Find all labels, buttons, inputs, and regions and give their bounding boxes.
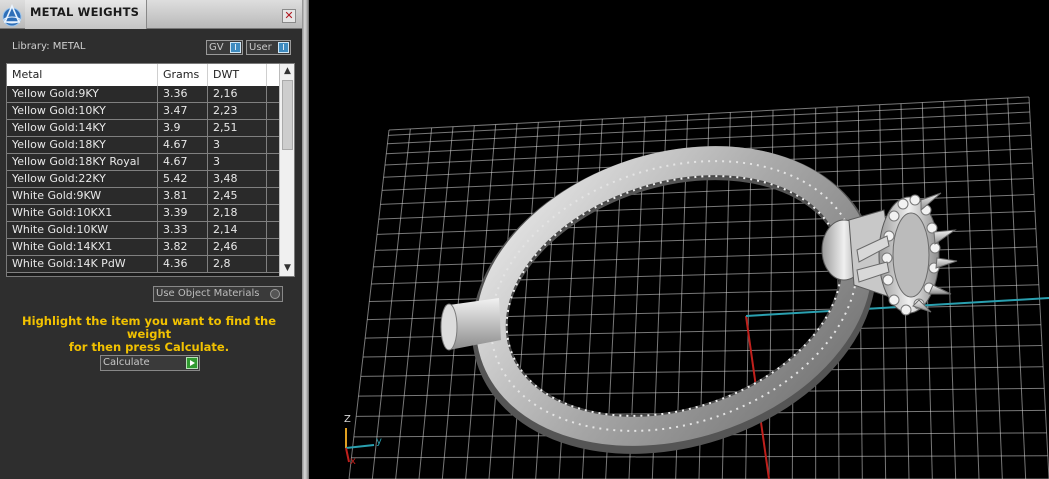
dwt-cell: 2,18 (208, 205, 267, 221)
dwt-cell: 3 (208, 154, 267, 170)
grid-line (1028, 96, 1049, 479)
column-header-metal[interactable]: Metal (7, 64, 158, 86)
panel-title: METAL WEIGHTS (30, 5, 140, 19)
table-row[interactable]: White Gold:10KW 3.33 2,14 (7, 222, 279, 239)
calculate-button[interactable]: Calculate (100, 355, 200, 371)
grams-cell: 5.42 (158, 171, 208, 187)
metal-cell: White Gold:14KX1 (7, 239, 158, 255)
app-logo-icon (2, 4, 22, 27)
table-header: Metal Grams DWT (7, 64, 279, 86)
dwt-cell: 2,16 (208, 86, 267, 102)
table-row[interactable]: White Gold:10KX1 3.39 2,18 (7, 205, 279, 222)
grams-cell: 4.36 (158, 256, 208, 272)
column-header-spacer (267, 64, 279, 86)
grams-cell: 3.33 (158, 222, 208, 238)
grams-cell: 4.67 (158, 154, 208, 170)
grams-cell: 3.9 (158, 120, 208, 136)
scroll-down-icon[interactable]: ▼ (280, 261, 294, 276)
y-axis-label: y (376, 436, 382, 447)
gv-toggle-label: GV (209, 42, 224, 53)
column-header-dwt[interactable]: DWT (208, 64, 267, 86)
metal-cell: Yellow Gold:9KY (7, 86, 158, 102)
table-row[interactable]: Yellow Gold:18KY 4.67 3 (7, 137, 279, 154)
metal-cell: Yellow Gold:18KY (7, 137, 158, 153)
metal-cell: Yellow Gold:18KY Royal (7, 154, 158, 170)
table-row[interactable]: Yellow Gold:10KY 3.47 2,23 (7, 103, 279, 120)
x-axis-label: x (350, 456, 356, 467)
table-row[interactable]: Yellow Gold:14KY 3.9 2,51 (7, 120, 279, 137)
grid-line (1007, 98, 1027, 479)
metal-cell: Yellow Gold:14KY (7, 120, 158, 136)
dwt-cell: 3,48 (208, 171, 267, 187)
metal-cell: Yellow Gold:22KY (7, 171, 158, 187)
table-row[interactable]: White Gold:14K PdW 4.36 2,8 (7, 256, 279, 273)
gv-toggle-indicator: I (230, 42, 241, 53)
column-header-grams[interactable]: Grams (158, 64, 208, 86)
grams-cell: 3.36 (158, 86, 208, 102)
grid-line (964, 100, 980, 479)
table-body: Yellow Gold:9KY 3.36 2,16 Yellow Gold:10KY… (7, 86, 279, 273)
user-toggle[interactable]: User I (246, 40, 291, 55)
z-axis-label: Z (344, 414, 351, 425)
grid-line (985, 99, 1003, 479)
grid-line (943, 101, 957, 479)
table-scrollbar[interactable]: ▲ ▼ (279, 64, 294, 276)
dwt-cell: 3 (208, 137, 267, 153)
user-toggle-indicator: I (278, 42, 289, 53)
dwt-cell: 2,45 (208, 188, 267, 204)
metal-cell: White Gold:10KX1 (7, 205, 158, 221)
instruction-line-1: Highlight the item you want to find the … (22, 314, 276, 341)
scroll-up-icon[interactable]: ▲ (280, 64, 294, 79)
grid-line (418, 126, 454, 479)
play-arrow-icon (186, 357, 198, 369)
dwt-cell: 2,23 (208, 103, 267, 119)
grams-cell: 4.67 (158, 137, 208, 153)
table-row[interactable]: Yellow Gold:22KY 5.42 3,48 (7, 171, 279, 188)
3d-viewport[interactable]: Z y x (309, 0, 1049, 479)
gv-toggle[interactable]: GV I (206, 40, 243, 55)
metal-table: Metal Grams DWT Yellow Gold:9KY 3.36 2,16 … (6, 63, 295, 277)
table-row[interactable]: Yellow Gold:9KY 3.36 2,16 (7, 86, 279, 103)
dwt-cell: 2,14 (208, 222, 267, 238)
scroll-thumb[interactable] (282, 80, 293, 150)
panel-titlebar: METAL WEIGHTS ✕ (0, 0, 302, 29)
grid-line (395, 127, 433, 479)
metal-cell: White Gold:10KW (7, 222, 158, 238)
use-object-materials-option[interactable]: Use Object Materials (153, 286, 283, 302)
metal-cell: Yellow Gold:10KY (7, 103, 158, 119)
table-row[interactable]: White Gold:9KW 3.81 2,45 (7, 188, 279, 205)
radio-icon[interactable] (270, 289, 280, 299)
grams-cell: 3.81 (158, 188, 208, 204)
grid-line (371, 128, 411, 479)
panel-splitter[interactable] (302, 0, 309, 479)
calculate-label: Calculate (103, 357, 150, 368)
instruction-text: Highlight the item you want to find the … (0, 315, 298, 354)
grams-cell: 3.47 (158, 103, 208, 119)
close-button[interactable]: ✕ (282, 9, 296, 23)
metal-cell: White Gold:14K PdW (7, 256, 158, 272)
dwt-cell: 2,8 (208, 256, 267, 272)
metal-cell: White Gold:9KW (7, 188, 158, 204)
dwt-cell: 2,51 (208, 120, 267, 136)
table-row[interactable]: White Gold:14KX1 3.82 2,46 (7, 239, 279, 256)
grid-line (348, 129, 390, 479)
grams-cell: 3.39 (158, 205, 208, 221)
dwt-cell: 2,46 (208, 239, 267, 255)
user-toggle-label: User (249, 42, 272, 53)
instruction-line-2: for then press Calculate. (68, 340, 230, 354)
table-row[interactable]: Yellow Gold:18KY Royal 4.67 3 (7, 154, 279, 171)
use-object-materials-label: Use Object Materials (156, 288, 260, 299)
viewport-scene (345, 96, 1049, 479)
metal-weights-panel: METAL WEIGHTS ✕ Library: METAL GV I User… (0, 0, 302, 479)
library-label: Library: METAL (12, 41, 86, 52)
grams-cell: 3.82 (158, 239, 208, 255)
